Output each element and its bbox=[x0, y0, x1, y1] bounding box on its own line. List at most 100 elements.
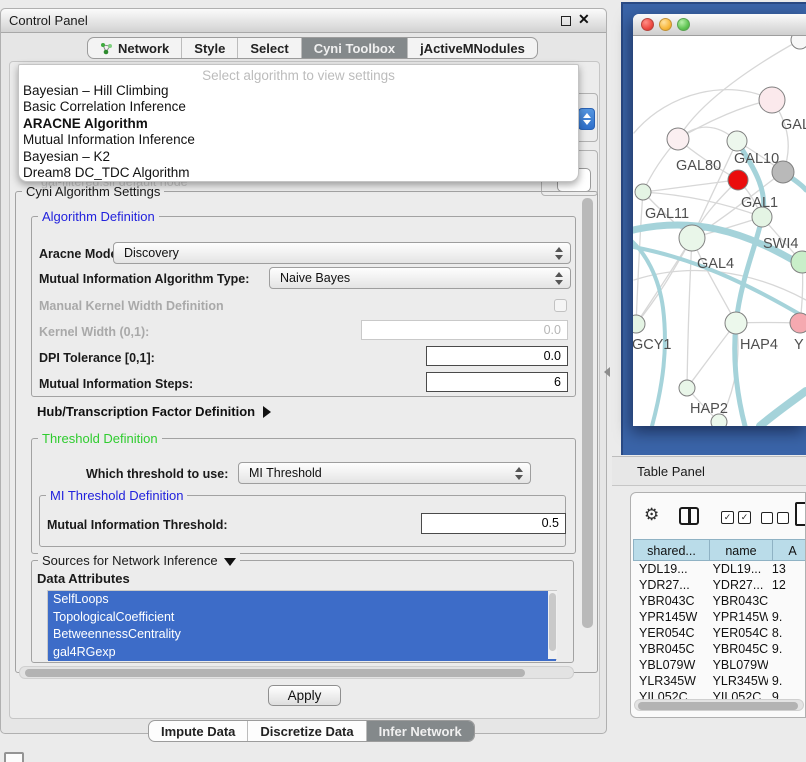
network-icon bbox=[100, 42, 113, 55]
table-row[interactable]: YBL079WYBL079W bbox=[633, 657, 806, 673]
attribute-item-selfloops[interactable]: SelfLoops bbox=[48, 591, 556, 609]
mi-type-value: Naive Bayes bbox=[280, 271, 350, 285]
network-node[interactable] bbox=[791, 36, 806, 49]
bottom-tab-infer-network[interactable]: Infer Network bbox=[366, 721, 474, 741]
manual-kernel-checkbox[interactable] bbox=[554, 299, 567, 312]
select-all-columns-icon[interactable]: ✓✓ bbox=[721, 511, 751, 524]
algorithm-combo-stepper-icon[interactable] bbox=[578, 108, 595, 130]
network-edge bbox=[634, 90, 772, 133]
network-node-gal80[interactable] bbox=[667, 128, 689, 150]
network-node[interactable] bbox=[728, 170, 748, 190]
apply-button[interactable]: Apply bbox=[268, 685, 341, 706]
attribute-item-gal4rgexp[interactable]: gal4RGexp bbox=[48, 644, 556, 662]
attribute-item-betweennesscentrality[interactable]: BetweennessCentrality bbox=[48, 626, 556, 644]
which-threshold-value: MI Threshold bbox=[249, 466, 322, 480]
network-node-hap4[interactable] bbox=[725, 312, 747, 334]
attribute-item-topologicalcoefficient[interactable]: TopologicalCoefficient bbox=[48, 609, 556, 627]
table-row[interactable]: YDL19...YDL19...13 bbox=[633, 561, 806, 577]
node-label-gal10: GAL10 bbox=[734, 151, 779, 167]
table-row[interactable]: YIL052CYIL052C9. bbox=[633, 689, 806, 699]
algorithm-option-bayesian-k2[interactable]: Bayesian – K2 bbox=[19, 149, 578, 165]
mi-type-label: Mutual Information Algorithm Type: bbox=[39, 272, 249, 286]
algorithm-option-dream8-dc-tdc-algorithm[interactable]: Dream8 DC_TDC Algorithm bbox=[19, 165, 578, 181]
table-cell: YER054C bbox=[707, 625, 768, 641]
table-row[interactable]: YPR145WYPR145W9. bbox=[633, 609, 806, 625]
table-cell: 9. bbox=[768, 689, 806, 699]
combo-stepper-icon bbox=[514, 467, 524, 480]
mi-algorithm-type-select[interactable]: Naive Bayes bbox=[269, 267, 571, 289]
which-threshold-select[interactable]: MI Threshold bbox=[238, 462, 531, 484]
table-row[interactable]: YLR345WYLR345W9. bbox=[633, 673, 806, 689]
network-node-swi4[interactable] bbox=[791, 251, 806, 273]
tab-jactivemnodules[interactable]: jActiveMNodules bbox=[407, 38, 537, 58]
tab-style[interactable]: Style bbox=[181, 38, 237, 58]
floating-panel-icon[interactable] bbox=[4, 752, 24, 762]
algorithm-dropdown-list: Select algorithm to view settings Bayesi… bbox=[18, 64, 579, 182]
sources-group-title[interactable]: Sources for Network Inference bbox=[38, 553, 240, 568]
table-row[interactable]: YBR045CYBR045C9. bbox=[633, 641, 806, 657]
settings-hscroll-thumb[interactable] bbox=[25, 669, 525, 677]
export-table-icon[interactable] bbox=[795, 502, 806, 526]
aracne-mode-label: Aracne Mode: bbox=[39, 247, 122, 261]
minimize-traffic-icon[interactable] bbox=[659, 18, 672, 31]
network-window-titlebar[interactable] bbox=[633, 14, 806, 36]
table-horizontal-scrollbar[interactable] bbox=[634, 699, 804, 711]
network-node-gal4[interactable] bbox=[679, 225, 705, 251]
panel-divider-handle[interactable] bbox=[604, 367, 610, 377]
column-header-name[interactable]: name bbox=[710, 539, 773, 561]
algorithm-option-mutual-information-inference[interactable]: Mutual Information Inference bbox=[19, 132, 578, 148]
column-layout-icon[interactable] bbox=[679, 507, 699, 525]
node-label-gal80: GAL80 bbox=[676, 158, 721, 174]
table-panel-header: Table Panel bbox=[612, 456, 806, 486]
tab-label: Cyni Toolbox bbox=[314, 41, 395, 56]
control-panel-window: Control Panel ✕ Network StyleSelect Cyni T… bbox=[0, 8, 607, 734]
tab-cyni-toolbox[interactable]: Cyni Toolbox bbox=[301, 38, 407, 58]
network-node-gcy1[interactable] bbox=[633, 315, 645, 333]
column-header-a[interactable]: A bbox=[773, 539, 806, 561]
collapse-down-icon bbox=[224, 558, 236, 566]
table-hscroll-thumb[interactable] bbox=[638, 702, 798, 710]
aracne-mode-select[interactable]: Discovery bbox=[113, 242, 571, 264]
tab-network[interactable]: Network bbox=[88, 38, 181, 58]
mi-steps-field[interactable]: 6 bbox=[426, 372, 568, 392]
network-window[interactable]: GALGAL80GAL10GAL11GAL1GAL4SWI4GCY1HAP4YH… bbox=[633, 14, 806, 426]
kernel-width-field[interactable]: 0.0 bbox=[361, 320, 568, 340]
network-node-hap2[interactable] bbox=[679, 380, 695, 396]
mi-threshold-field[interactable]: 0.5 bbox=[421, 513, 566, 534]
attributes-scrollbar[interactable] bbox=[548, 591, 557, 659]
table-row[interactable]: YBR043CYBR043C bbox=[633, 593, 806, 609]
network-canvas[interactable]: GALGAL80GAL10GAL11GAL1GAL4SWI4GCY1HAP4YH… bbox=[633, 36, 806, 426]
network-node-gal10[interactable] bbox=[727, 131, 747, 151]
network-node-gal11[interactable] bbox=[635, 184, 651, 200]
table-row[interactable]: YDR27...YDR27...12 bbox=[633, 577, 806, 593]
control-panel-titlebar[interactable]: Control Panel ✕ bbox=[1, 9, 606, 33]
settings-vertical-scrollbar[interactable] bbox=[582, 198, 593, 628]
close-traffic-icon[interactable] bbox=[641, 18, 654, 31]
network-node-y[interactable] bbox=[790, 313, 806, 333]
deselect-all-columns-icon[interactable] bbox=[761, 512, 789, 524]
bottom-tab-impute-data[interactable]: Impute Data bbox=[149, 721, 247, 741]
hub-definition-expander[interactable]: Hub/Transcription Factor Definition bbox=[37, 404, 271, 419]
bottom-tab-discretize-data[interactable]: Discretize Data bbox=[247, 721, 365, 741]
column-header-shared[interactable]: shared... bbox=[633, 539, 710, 561]
network-graph: GALGAL80GAL10GAL11GAL1GAL4SWI4GCY1HAP4YH… bbox=[633, 36, 806, 426]
dpi-tolerance-field[interactable]: 0.0 bbox=[426, 346, 568, 366]
table-cell: YIL052C bbox=[707, 689, 768, 699]
algorithm-option-basic-correlation-inference[interactable]: Basic Correlation Inference bbox=[19, 99, 578, 115]
float-window-icon[interactable] bbox=[561, 16, 571, 26]
close-icon[interactable]: ✕ bbox=[578, 11, 590, 28]
tab-label: Network bbox=[118, 41, 169, 56]
tab-select[interactable]: Select bbox=[237, 38, 300, 58]
sources-title-text: Sources for Network Inference bbox=[42, 553, 218, 568]
threshold-definition-title: Threshold Definition bbox=[38, 431, 162, 446]
network-node-gal[interactable] bbox=[759, 87, 785, 113]
algorithm-option-bayesian-hill-climbing[interactable]: Bayesian – Hill Climbing bbox=[19, 83, 578, 99]
network-edge bbox=[760, 391, 806, 426]
table-settings-gear-icon[interactable]: ⚙ bbox=[644, 506, 659, 525]
zoom-traffic-icon[interactable] bbox=[677, 18, 690, 31]
mi-threshold-group-title: MI Threshold Definition bbox=[46, 488, 187, 503]
dropdown-prompt: Select algorithm to view settings bbox=[19, 68, 578, 83]
settings-horizontal-scrollbar[interactable] bbox=[19, 666, 574, 679]
table-row[interactable]: YER054CYER054C8. bbox=[633, 625, 806, 641]
algorithm-option-aracne-algorithm[interactable]: ARACNE Algorithm bbox=[19, 116, 578, 132]
